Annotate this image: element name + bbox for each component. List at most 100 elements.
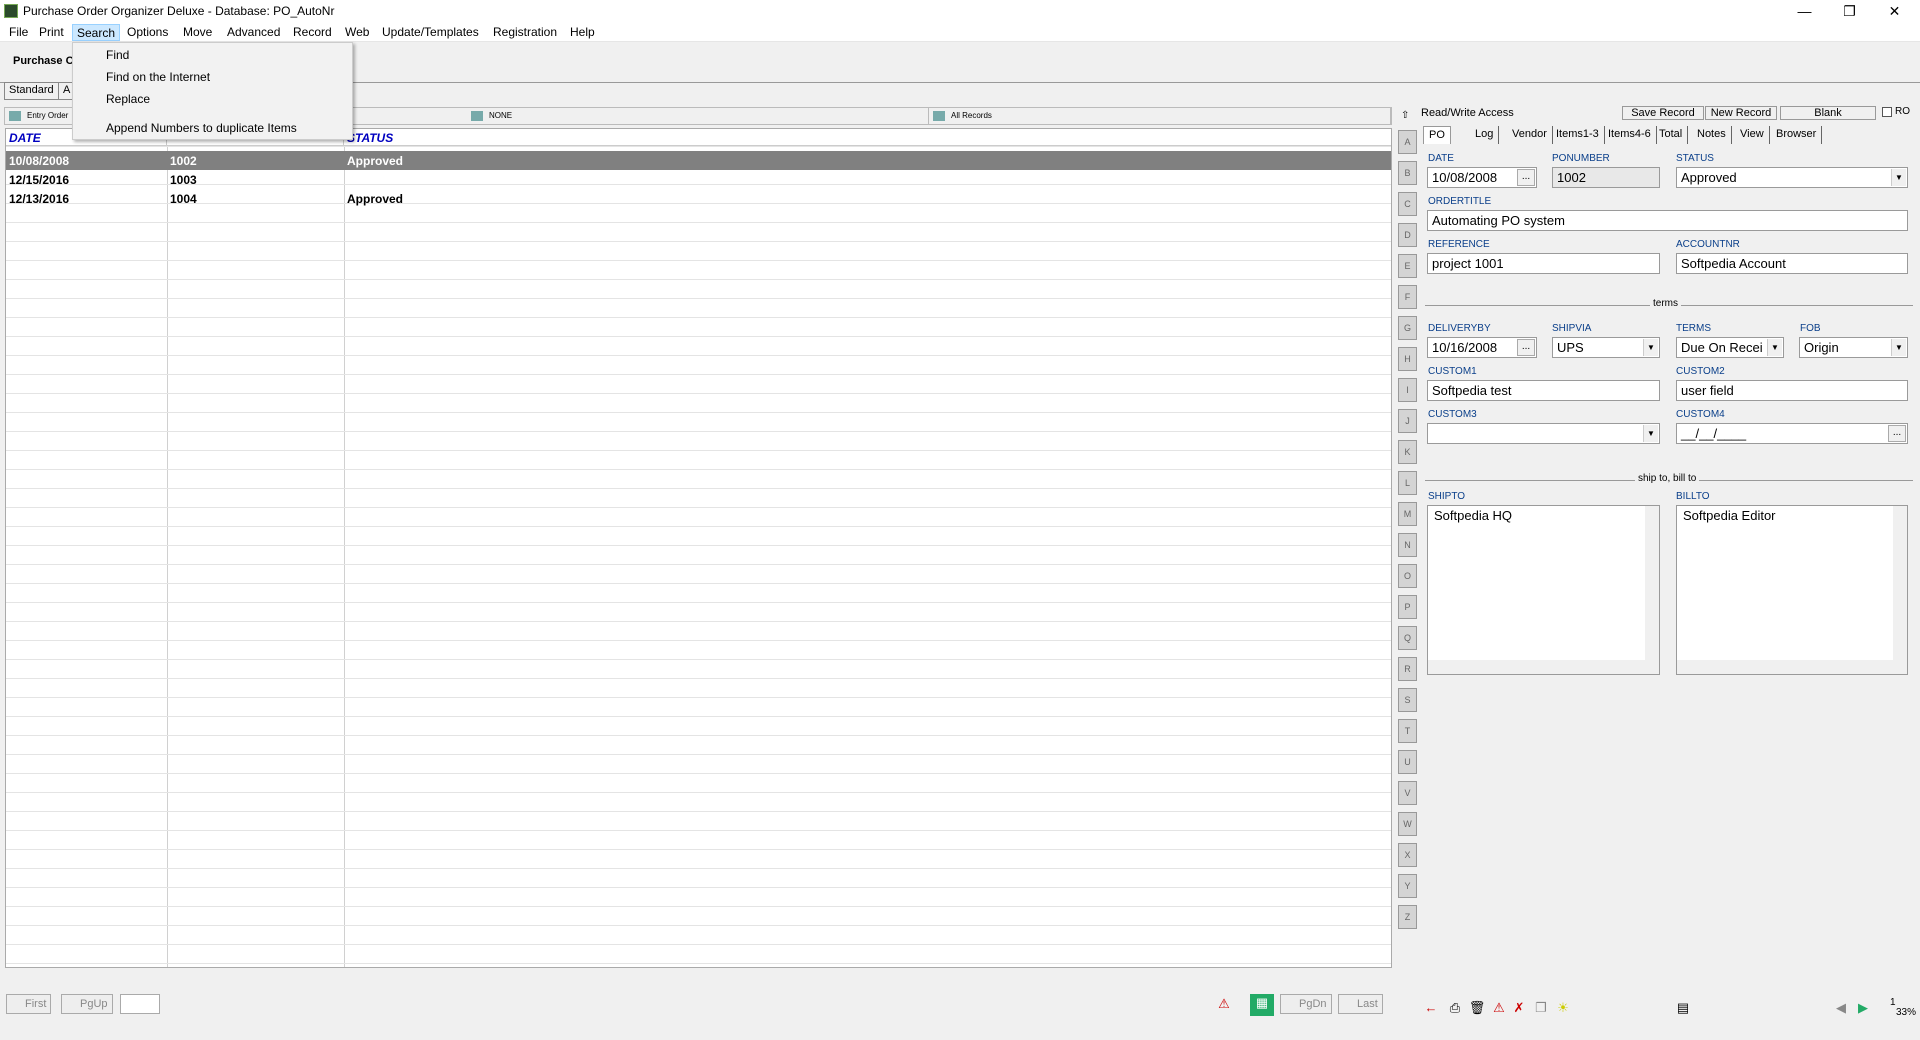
menu-advanced[interactable]: Advanced (223, 24, 284, 41)
alpha-button-n[interactable]: N (1398, 533, 1417, 557)
delete-record-icon[interactable]: ✗ (1510, 999, 1528, 1017)
alpha-button-a[interactable]: A (1398, 130, 1417, 154)
alpha-button-m[interactable]: M (1398, 502, 1417, 526)
shipvia-select[interactable]: UPS ▼ (1552, 337, 1660, 358)
deliveryby-picker-button[interactable]: ... (1517, 339, 1535, 356)
alpha-button-c[interactable]: C (1398, 192, 1417, 216)
tab-view[interactable]: View (1735, 126, 1770, 144)
ro-checkbox[interactable] (1882, 107, 1892, 117)
pgdn-button[interactable]: PgDn (1280, 994, 1332, 1014)
custom3-select[interactable]: ▼ (1427, 423, 1660, 444)
menu-record[interactable]: Record (289, 24, 336, 41)
menu-find[interactable]: Find (106, 48, 129, 62)
menu-options[interactable]: Options (123, 24, 172, 41)
custom4-field[interactable]: __/__/____... (1676, 423, 1908, 444)
table-row[interactable]: 12/13/2016 1004 Approved (6, 189, 1391, 208)
alpha-button-t[interactable]: T (1398, 719, 1417, 743)
alpha-button-w[interactable]: W (1398, 812, 1417, 836)
alpha-button-x[interactable]: X (1398, 843, 1417, 867)
terms-select[interactable]: Due On Recei ▼ (1676, 337, 1784, 358)
custom4-picker-button[interactable]: ... (1888, 425, 1906, 442)
alpha-button-z[interactable]: Z (1398, 905, 1417, 929)
alpha-button-b[interactable]: B (1398, 161, 1417, 185)
record-number-input[interactable] (120, 994, 160, 1014)
alpha-button-f[interactable]: F (1398, 285, 1417, 309)
trash-icon[interactable]: 🗑 (1468, 999, 1486, 1017)
minimize-button[interactable]: — (1782, 0, 1827, 22)
alpha-button-g[interactable]: G (1398, 316, 1417, 340)
menu-replace[interactable]: Replace (106, 92, 150, 106)
alpha-button-u[interactable]: U (1398, 750, 1417, 774)
alpha-button-s[interactable]: S (1398, 688, 1417, 712)
fob-select[interactable]: Origin ▼ (1799, 337, 1908, 358)
print-icon[interactable]: ⎙ (1446, 999, 1464, 1017)
alpha-button-k[interactable]: K (1398, 440, 1417, 464)
table-row[interactable]: 10/08/2008 1002 Approved (6, 151, 1391, 170)
shipto-horizontal-scrollbar[interactable] (1428, 660, 1659, 674)
menu-help[interactable]: Help (566, 24, 599, 41)
menu-move[interactable]: Move (179, 24, 216, 41)
alert-icon[interactable]: ⚠ (1215, 995, 1233, 1013)
tab-total[interactable]: Total (1654, 126, 1689, 144)
save-record-button[interactable]: Save Record (1622, 106, 1704, 120)
billto-horizontal-scrollbar[interactable] (1677, 660, 1907, 674)
alpha-button-y[interactable]: Y (1398, 874, 1417, 898)
menu-registration[interactable]: Registration (489, 24, 561, 41)
tab-items4-6[interactable]: Items4-6 (1603, 126, 1657, 144)
tab-browser[interactable]: Browser (1771, 126, 1823, 144)
column-header-status[interactable]: STATUS (344, 129, 1391, 146)
menu-append-numbers[interactable]: Append Numbers to duplicate Items (106, 121, 297, 135)
last-button[interactable]: Last (1338, 994, 1383, 1014)
custom1-field[interactable]: Softpedia test (1427, 380, 1660, 401)
report-icon[interactable]: ▤ (1674, 999, 1692, 1017)
new-record-button[interactable]: New Record (1705, 106, 1777, 120)
pgup-button[interactable]: PgUp (61, 994, 113, 1014)
tab-po[interactable]: PO (1423, 126, 1451, 144)
alpha-button-h[interactable]: H (1398, 347, 1417, 371)
alert-icon[interactable]: ⚠ (1490, 999, 1508, 1017)
blank-button[interactable]: Blank (1780, 106, 1876, 120)
next-icon[interactable]: ▶ (1854, 999, 1872, 1017)
shipto-textarea[interactable]: Softpedia HQ (1427, 505, 1660, 675)
alpha-button-r[interactable]: R (1398, 657, 1417, 681)
shipto-vertical-scrollbar[interactable] (1645, 506, 1659, 674)
alpha-button-p[interactable]: P (1398, 595, 1417, 619)
tab-items1-3[interactable]: Items1-3 (1551, 126, 1605, 144)
restore-button[interactable]: ❐ (1827, 0, 1872, 22)
menu-search[interactable]: Search (72, 24, 121, 41)
menu-file[interactable]: File (5, 24, 32, 41)
records-selector[interactable]: All Records (929, 108, 1391, 124)
table-row[interactable]: 12/15/2016 1003 (6, 170, 1391, 189)
deliveryby-field[interactable]: 10/16/2008... (1427, 337, 1537, 358)
ordertitle-field[interactable]: Automating PO system (1427, 210, 1908, 231)
menu-print[interactable]: Print (35, 24, 68, 41)
back-arrow-icon[interactable]: ← (1422, 999, 1440, 1017)
alpha-button-q[interactable]: Q (1398, 626, 1417, 650)
reference-field[interactable]: project 1001 (1427, 253, 1660, 274)
ponumber-field[interactable]: 1002 (1552, 167, 1660, 188)
tab-vendor[interactable]: Vendor (1507, 126, 1553, 144)
lightbulb-icon[interactable]: ☀ (1554, 999, 1572, 1017)
accountnr-field[interactable]: Softpedia Account (1676, 253, 1908, 274)
alpha-button-e[interactable]: E (1398, 254, 1417, 278)
alpha-button-i[interactable]: I (1398, 378, 1417, 402)
alpha-button-l[interactable]: L (1398, 471, 1417, 495)
billto-textarea[interactable]: Softpedia Editor (1676, 505, 1908, 675)
tab-standard[interactable]: Standard (4, 82, 59, 100)
prev-icon[interactable]: ◀ (1832, 999, 1850, 1017)
scroll-up-icon[interactable]: ⇧ (1401, 110, 1409, 121)
alpha-button-v[interactable]: V (1398, 781, 1417, 805)
first-button[interactable]: First (6, 994, 52, 1014)
status-select[interactable]: Approved ▼ (1676, 167, 1908, 188)
menu-web[interactable]: Web (341, 24, 373, 41)
tab-notes[interactable]: Notes (1692, 126, 1732, 144)
date-field[interactable]: 10/08/2008... (1427, 167, 1537, 188)
date-picker-button[interactable]: ... (1517, 169, 1535, 186)
tab-log[interactable]: Log (1470, 126, 1500, 144)
alpha-button-o[interactable]: O (1398, 564, 1417, 588)
custom2-field[interactable]: user field (1676, 380, 1908, 401)
copy-icon[interactable]: ❐ (1532, 999, 1550, 1017)
billto-vertical-scrollbar[interactable] (1893, 506, 1907, 674)
menu-update-templates[interactable]: Update/Templates (378, 24, 483, 41)
alpha-button-d[interactable]: D (1398, 223, 1417, 247)
